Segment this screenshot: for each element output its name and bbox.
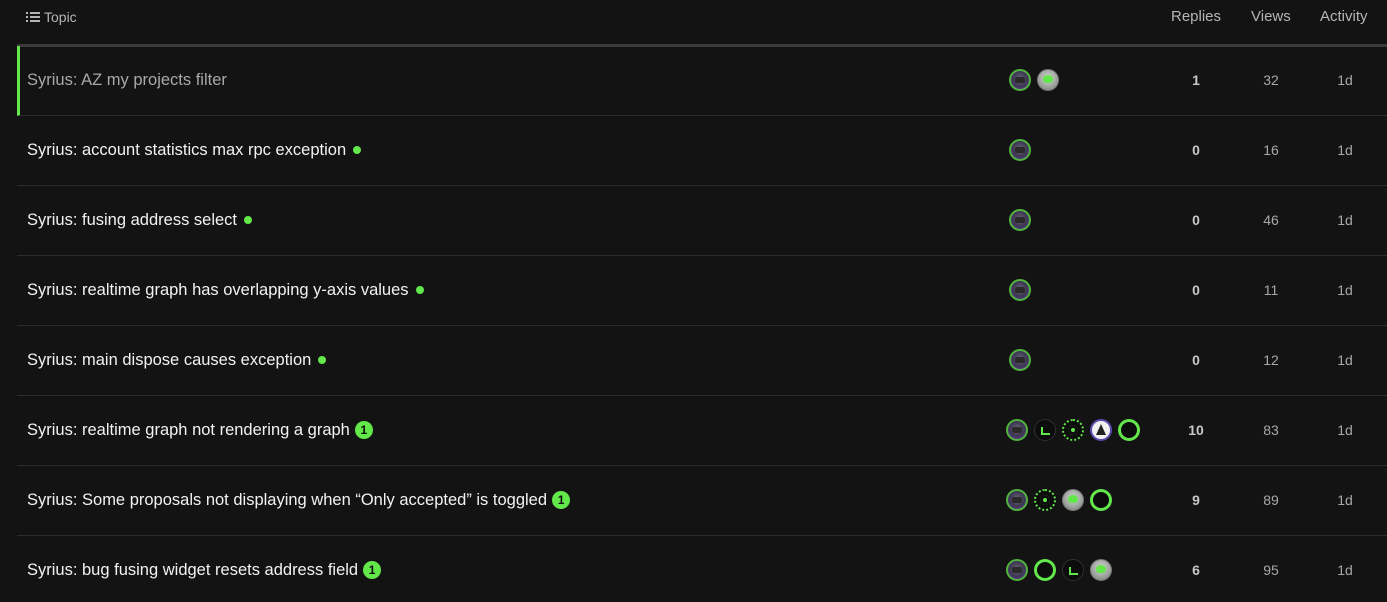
activity-time[interactable]: 1d xyxy=(1305,492,1385,509)
topic-title[interactable]: Syrius: main dispose causes exception xyxy=(27,350,311,370)
views-count: 89 xyxy=(1263,492,1279,508)
avatar[interactable] xyxy=(1034,489,1056,511)
replies-count[interactable]: 0 xyxy=(1156,352,1236,369)
topic-link[interactable]: Syrius: main dispose causes exception xyxy=(27,350,327,370)
replies-count[interactable]: 0 xyxy=(1156,142,1236,159)
avatar[interactable] xyxy=(1090,419,1112,441)
activity-time[interactable]: 1d xyxy=(1305,72,1385,89)
topic-title[interactable]: Syrius: AZ my projects filter xyxy=(27,70,227,90)
activity-time[interactable]: 1d xyxy=(1305,142,1385,159)
activity-time[interactable]: 1d xyxy=(1305,352,1385,369)
views-count: 11 xyxy=(1263,282,1279,298)
topic-header-label: Topic xyxy=(44,9,77,25)
avatar[interactable] xyxy=(1090,559,1112,581)
topic-rows: Syrius: AZ my projects filter 1 32 1d Sy… xyxy=(17,46,1387,602)
posters xyxy=(1009,349,1031,371)
new-topic-dot xyxy=(244,216,253,224)
replies-count[interactable]: 6 xyxy=(1156,562,1236,579)
views-count: 16 xyxy=(1263,142,1279,158)
posters xyxy=(1009,69,1059,91)
topic-row: Syrius: Some proposals not displaying wh… xyxy=(17,466,1387,536)
topic-title[interactable]: Syrius: bug fusing widget resets address… xyxy=(27,560,358,580)
views-column-header[interactable]: Views xyxy=(1251,8,1291,26)
views-count: 83 xyxy=(1263,422,1279,438)
posters xyxy=(1006,489,1112,511)
avatar[interactable] xyxy=(1009,349,1031,371)
topic-row: Syrius: bug fusing widget resets address… xyxy=(17,536,1387,602)
topic-link[interactable]: Syrius: realtime graph not rendering a g… xyxy=(27,420,373,440)
avatar[interactable] xyxy=(1062,559,1084,581)
replies-count[interactable]: 0 xyxy=(1156,282,1236,299)
topic-row: Syrius: fusing address select 0 46 1d xyxy=(17,186,1387,256)
activity-time[interactable]: 1d xyxy=(1305,282,1385,299)
topic-list-header: Topic Replies Views Activity xyxy=(17,0,1387,47)
avatar[interactable] xyxy=(1009,209,1031,231)
avatar[interactable] xyxy=(1009,279,1031,301)
avatar[interactable] xyxy=(1090,489,1112,511)
activity-time[interactable]: 1d xyxy=(1305,562,1385,579)
avatar[interactable] xyxy=(1006,419,1028,441)
activity-column-header[interactable]: Activity xyxy=(1320,8,1368,26)
posters xyxy=(1009,139,1031,161)
replies-count[interactable]: 1 xyxy=(1156,72,1236,89)
new-topic-dot xyxy=(318,356,327,364)
posters xyxy=(1009,279,1031,301)
topic-link[interactable]: Syrius: AZ my projects filter xyxy=(27,70,227,90)
avatar[interactable] xyxy=(1006,559,1028,581)
avatar[interactable] xyxy=(1118,419,1140,441)
topic-title[interactable]: Syrius: realtime graph not rendering a g… xyxy=(27,420,350,440)
avatar[interactable] xyxy=(1037,69,1059,91)
avatar[interactable] xyxy=(1062,489,1084,511)
new-topic-dot xyxy=(415,286,424,294)
unread-badge[interactable]: 1 xyxy=(354,421,373,439)
avatar[interactable] xyxy=(1009,139,1031,161)
topic-row: Syrius: realtime graph not rendering a g… xyxy=(17,396,1387,466)
views-count: 95 xyxy=(1263,562,1279,578)
avatar[interactable] xyxy=(1009,69,1031,91)
avatar[interactable] xyxy=(1062,419,1084,441)
topic-row: Syrius: realtime graph has overlapping y… xyxy=(17,256,1387,326)
avatar[interactable] xyxy=(1034,559,1056,581)
topic-row: Syrius: account statistics max rpc excep… xyxy=(17,116,1387,186)
new-topic-dot xyxy=(353,146,362,154)
topic-row: Syrius: main dispose causes exception 0 … xyxy=(17,326,1387,396)
topic-link[interactable]: Syrius: bug fusing widget resets address… xyxy=(27,560,382,580)
topic-column-header[interactable]: Topic xyxy=(26,8,77,26)
posters xyxy=(1006,559,1112,581)
topic-link[interactable]: Syrius: fusing address select xyxy=(27,210,253,230)
topic-title[interactable]: Syrius: account statistics max rpc excep… xyxy=(27,140,346,160)
replies-column-header[interactable]: Replies xyxy=(1171,8,1221,26)
topic-link[interactable]: Syrius: account statistics max rpc excep… xyxy=(27,140,362,160)
views-count: 46 xyxy=(1263,212,1279,228)
views-count: 32 xyxy=(1263,72,1279,88)
avatar[interactable] xyxy=(1006,489,1028,511)
topic-title[interactable]: Syrius: fusing address select xyxy=(27,210,237,230)
topic-link[interactable]: Syrius: realtime graph has overlapping y… xyxy=(27,280,424,300)
topic-row: Syrius: AZ my projects filter 1 32 1d xyxy=(17,46,1387,116)
topic-link[interactable]: Syrius: Some proposals not displaying wh… xyxy=(27,490,571,510)
replies-count[interactable]: 10 xyxy=(1156,422,1236,439)
activity-time[interactable]: 1d xyxy=(1305,422,1385,439)
list-icon xyxy=(26,12,40,22)
unread-badge[interactable]: 1 xyxy=(552,491,571,509)
activity-time[interactable]: 1d xyxy=(1305,212,1385,229)
avatar[interactable] xyxy=(1034,419,1056,441)
topic-list: Topic Replies Views Activity Syrius: AZ … xyxy=(0,0,1387,602)
views-count: 12 xyxy=(1263,352,1279,368)
posters xyxy=(1009,209,1031,231)
replies-count[interactable]: 0 xyxy=(1156,212,1236,229)
unread-badge[interactable]: 1 xyxy=(363,561,382,579)
topic-title[interactable]: Syrius: Some proposals not displaying wh… xyxy=(27,490,547,510)
topic-title[interactable]: Syrius: realtime graph has overlapping y… xyxy=(27,280,409,300)
posters xyxy=(1006,419,1140,441)
replies-count[interactable]: 9 xyxy=(1156,492,1236,509)
